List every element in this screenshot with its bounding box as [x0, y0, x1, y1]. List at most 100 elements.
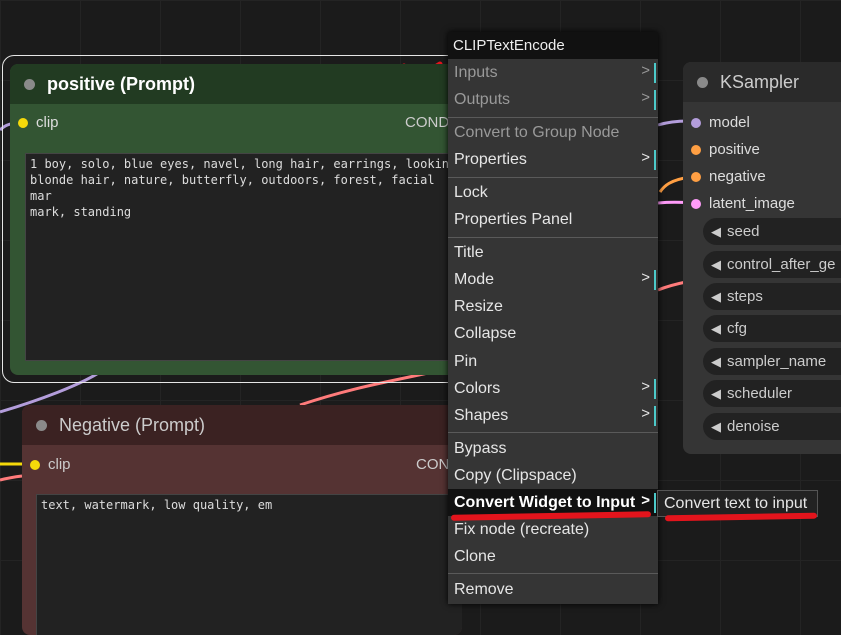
- menu-item-mode[interactable]: Mode >: [448, 266, 658, 293]
- menu-item-properties[interactable]: Properties >: [448, 146, 658, 173]
- widget-control-after-generate[interactable]: ◀ control_after_ge: [703, 251, 841, 278]
- widget-label: scheduler: [727, 385, 793, 402]
- node-title-bar[interactable]: positive (Prompt): [10, 64, 460, 104]
- prompt-textarea[interactable]: text, watermark, low quality, em: [36, 494, 462, 635]
- slot-dot-icon: [691, 117, 701, 128]
- submenu-indicator: [654, 150, 656, 170]
- input-slot-latent-image[interactable]: latent_image: [691, 195, 795, 212]
- slot-dot-icon: [30, 459, 40, 470]
- collapse-dot-icon[interactable]: [24, 78, 35, 90]
- menu-item-inputs[interactable]: Inputs >: [448, 59, 658, 86]
- menu-separator: [448, 432, 658, 433]
- canvas-link-right: [657, 280, 687, 292]
- left-arrow-icon[interactable]: ◀: [711, 289, 721, 305]
- menu-item-label: Resize: [454, 297, 503, 315]
- menu-separator: [448, 573, 658, 574]
- menu-item-label: Pin: [454, 352, 478, 370]
- slot-label: CON: [416, 456, 450, 473]
- submenu-arrow-icon: >: [641, 89, 650, 106]
- left-arrow-icon[interactable]: ◀: [711, 224, 721, 240]
- node-title: Negative (Prompt): [59, 414, 206, 435]
- node-title-bar[interactable]: Negative (Prompt): [22, 405, 462, 445]
- submenu-arrow-icon: >: [641, 492, 650, 509]
- menu-item-label: Convert Widget to Input: [454, 493, 636, 511]
- widget-label: steps: [727, 288, 763, 305]
- widget-seed[interactable]: ◀ seed: [703, 218, 841, 245]
- slot-label: negative: [709, 168, 766, 185]
- left-arrow-icon[interactable]: ◀: [711, 321, 721, 337]
- slot-label: COND: [405, 114, 450, 131]
- menu-item-label: Title: [454, 243, 484, 261]
- context-menu-title: CLIPTextEncode: [448, 32, 658, 59]
- submenu-item-label: Convert text to input: [664, 494, 808, 512]
- menu-item-resize[interactable]: Resize: [448, 293, 658, 320]
- menu-item-label: Clone: [454, 547, 496, 565]
- positive-prompt-node[interactable]: positive (Prompt) clip COND 1 boy, solo,…: [10, 64, 460, 375]
- menu-item-label: Colors: [454, 379, 501, 397]
- submenu-indicator: [654, 379, 656, 399]
- collapse-dot-icon[interactable]: [697, 76, 708, 88]
- output-slot-conditioning[interactable]: CON: [416, 456, 449, 473]
- slot-dot-icon: [691, 198, 701, 209]
- menu-item-label: Outputs: [454, 90, 511, 108]
- input-slot-model[interactable]: model: [691, 114, 750, 131]
- menu-separator: [448, 237, 658, 238]
- left-arrow-icon[interactable]: ◀: [711, 354, 721, 370]
- menu-separator: [448, 177, 658, 178]
- input-slot-clip[interactable]: clip: [18, 114, 59, 131]
- negative-prompt-node[interactable]: Negative (Prompt) clip CON text, waterma…: [22, 405, 462, 635]
- node-title-bar[interactable]: KSampler: [683, 62, 841, 102]
- menu-item-clone[interactable]: Clone: [448, 543, 658, 570]
- menu-item-collapse[interactable]: Collapse: [448, 320, 658, 347]
- menu-item-label: Copy (Clipspace): [454, 466, 577, 484]
- left-arrow-icon[interactable]: ◀: [711, 386, 721, 402]
- submenu-indicator: [654, 63, 656, 83]
- slot-label: clip: [48, 456, 71, 473]
- menu-item-label: Bypass: [454, 439, 507, 457]
- widget-label: seed: [727, 223, 760, 240]
- menu-item-title[interactable]: Title: [448, 239, 658, 266]
- slot-dot-icon: [691, 171, 701, 182]
- conditioning-link-2: [0, 474, 23, 482]
- menu-item-remove[interactable]: Remove: [448, 576, 658, 603]
- widget-steps[interactable]: ◀ steps: [703, 283, 841, 310]
- menu-item-label: Inputs: [454, 63, 498, 81]
- widget-sampler-name[interactable]: ◀ sampler_name: [703, 348, 841, 375]
- menu-item-properties-panel[interactable]: Properties Panel: [448, 206, 658, 233]
- menu-item-lock[interactable]: Lock: [448, 179, 658, 206]
- collapse-dot-icon[interactable]: [36, 419, 47, 431]
- widget-label: control_after_ge: [727, 256, 836, 273]
- input-slot-negative[interactable]: negative: [691, 168, 766, 185]
- menu-item-label: Shapes: [454, 406, 509, 424]
- left-arrow-icon[interactable]: ◀: [711, 257, 721, 273]
- menu-item-label: Lock: [454, 183, 488, 201]
- widget-cfg[interactable]: ◀ cfg: [703, 315, 841, 342]
- input-slot-positive[interactable]: positive: [691, 141, 760, 158]
- slot-label: positive: [709, 141, 760, 158]
- slot-label: model: [709, 114, 750, 131]
- menu-item-bypass[interactable]: Bypass: [448, 435, 658, 462]
- submenu-indicator: [654, 493, 656, 513]
- widget-scheduler[interactable]: ◀ scheduler: [703, 380, 841, 407]
- slot-label: clip: [36, 114, 59, 131]
- menu-separator: [448, 117, 658, 118]
- menu-item-copy-clipspace[interactable]: Copy (Clipspace): [448, 462, 658, 489]
- input-slot-clip[interactable]: clip: [30, 456, 71, 473]
- submenu-indicator: [654, 270, 656, 290]
- slot-dot-icon: [691, 144, 701, 155]
- output-slot-conditioning[interactable]: COND: [405, 114, 449, 131]
- left-arrow-icon[interactable]: ◀: [711, 419, 721, 435]
- menu-item-label: Properties Panel: [454, 210, 573, 228]
- menu-item-pin[interactable]: Pin: [448, 348, 658, 375]
- slot-dot-icon: [18, 117, 28, 128]
- menu-item-colors[interactable]: Colors >: [448, 375, 658, 402]
- menu-item-shapes[interactable]: Shapes >: [448, 402, 658, 429]
- menu-item-convert-to-group-node[interactable]: Convert to Group Node: [448, 119, 658, 146]
- widget-denoise[interactable]: ◀ denoise: [703, 413, 841, 440]
- menu-item-outputs[interactable]: Outputs >: [448, 86, 658, 113]
- ksampler-node[interactable]: KSampler model positive negative latent_…: [683, 62, 841, 454]
- widget-label: cfg: [727, 320, 748, 337]
- menu-item-label: Mode: [454, 270, 495, 288]
- prompt-textarea[interactable]: 1 boy, solo, blue eyes, navel, long hair…: [25, 153, 460, 361]
- widget-label: denoise: [727, 418, 780, 435]
